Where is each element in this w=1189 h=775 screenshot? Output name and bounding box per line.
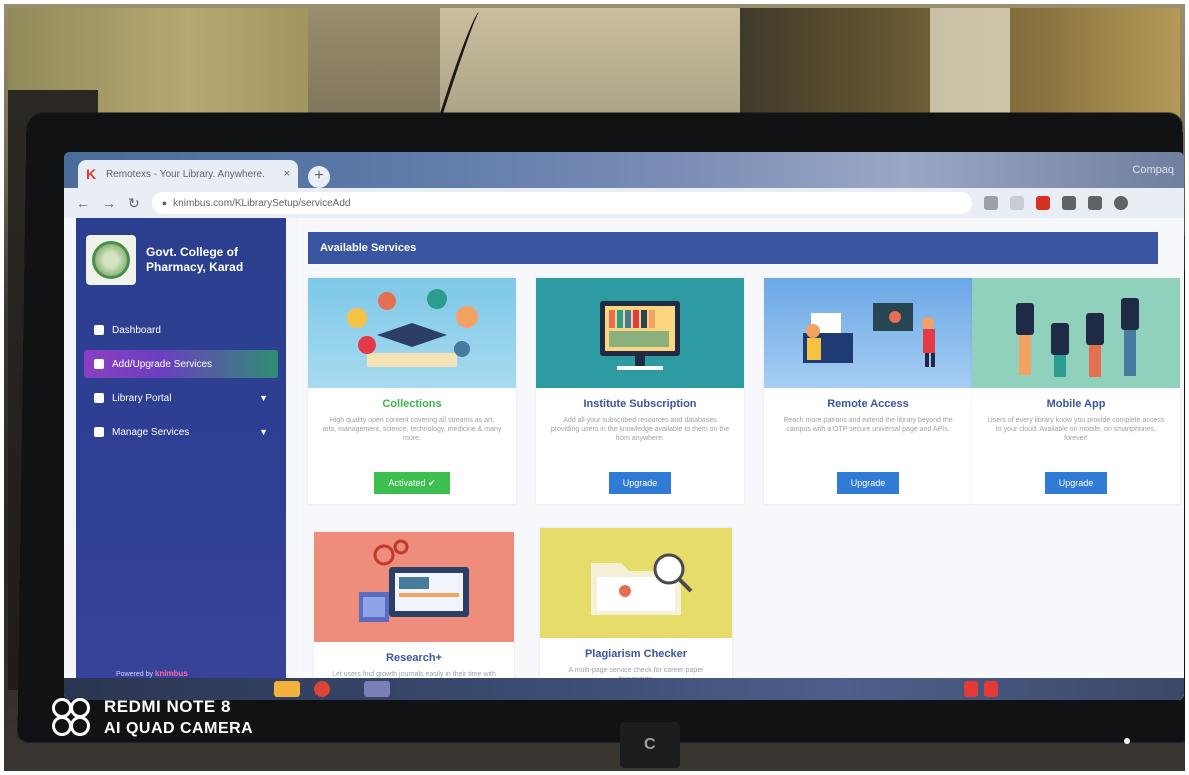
reload-icon[interactable]: ↻	[128, 195, 140, 212]
card-title: Research+	[386, 652, 442, 664]
service-card-research-plus: Research+ Let users find growth journals…	[314, 532, 514, 690]
service-card-institute-subscription: Institute Subscription Add all your subs…	[536, 278, 744, 504]
chrome-icon[interactable]	[314, 681, 330, 697]
college-logo	[86, 235, 136, 285]
back-arrow-icon[interactable]: ←	[76, 195, 90, 211]
chevron-down-icon: ▼	[259, 427, 268, 437]
collections-activated-button[interactable]: Activated ✔	[374, 472, 450, 494]
chevron-down-icon: ▼	[259, 393, 268, 403]
remote-access-illustration	[764, 278, 972, 388]
watermark-line2: AI QUAD CAMERA	[104, 720, 254, 737]
forward-arrow-icon[interactable]: →	[102, 195, 116, 211]
subscription-illustration	[536, 278, 744, 388]
hands-phones-icon	[1016, 298, 1139, 377]
folder-magnifier-icon	[591, 553, 693, 615]
remote-access-upgrade-button[interactable]: Upgrade	[836, 472, 900, 494]
sidebar-item-label: Add/Upgrade Services	[112, 358, 213, 370]
browser-tab[interactable]: K Remotexs - Your Library. Anywhere. ×	[78, 160, 298, 188]
card-description: Users of every library know you provide …	[987, 417, 1165, 442]
card-description: High quality open content covering all s…	[322, 417, 502, 442]
cart-icon	[94, 359, 104, 369]
lock-icon: ●	[161, 198, 168, 208]
sidebar-item-library-portal[interactable]: Library Portal ▼	[84, 384, 278, 412]
monitor-logo-icon: C	[644, 736, 656, 753]
college-brand: Govt. College of Pharmacy, Karad	[86, 230, 276, 290]
card-title: Mobile App	[1046, 398, 1106, 410]
system-tray-icon[interactable]	[964, 681, 978, 697]
monitor-screen: K Remotexs - Your Library. Anywhere. × +…	[64, 152, 1184, 700]
desktop-brand-label: Compaq	[1132, 164, 1174, 176]
address-bar[interactable]: ● knimbus.com/KLibrarySetup/serviceAdd	[151, 192, 972, 214]
monitor-icon	[94, 393, 104, 403]
new-tab-button[interactable]: +	[308, 166, 330, 188]
card-title: Remote Access	[827, 398, 909, 410]
card-title: Plagiarism Checker	[584, 648, 688, 660]
browser-toolbar: ← → ↻ ● knimbus.com/KLibrarySetup/servic…	[64, 188, 1184, 218]
mobile-app-illustration	[972, 278, 1180, 388]
card-title: Collections	[382, 398, 442, 410]
powered-by-label: Powered by	[116, 671, 153, 678]
service-card-collections: Collections High quality open content co…	[308, 278, 516, 504]
college-name: Govt. College of Pharmacy, Karad	[146, 245, 243, 275]
watermark-line1: REDMI NOTE 8	[104, 697, 231, 716]
tab-close-icon[interactable]: ×	[284, 168, 290, 180]
research-illustration	[314, 532, 514, 642]
college-name-line1: Govt. College of	[146, 245, 239, 259]
page-title: Available Services	[308, 232, 1158, 264]
plagiarism-illustration	[540, 528, 732, 638]
taskbar-app-icon[interactable]	[274, 681, 300, 697]
sidebar-item-label: Manage Services	[112, 426, 190, 438]
remote-worker-icon	[803, 303, 935, 367]
sidebar-item-label: Dashboard	[112, 324, 161, 336]
puzzle-icon[interactable]	[1087, 196, 1102, 210]
cart-icon	[94, 427, 104, 437]
book-graduation-icon	[347, 289, 478, 367]
dashboard-icon	[94, 325, 104, 335]
taskbar-app-icon[interactable]	[364, 681, 390, 697]
mobile-app-upgrade-button[interactable]: Upgrade	[1044, 472, 1108, 494]
main-content: Available Services Collections High qual…	[298, 218, 1184, 700]
college-emblem-icon	[92, 241, 130, 279]
institute-subscription-upgrade-button[interactable]: Upgrade	[608, 472, 672, 494]
power-led	[1124, 738, 1130, 744]
monitor-bookshelf-icon	[600, 301, 680, 370]
sidebar-item-manage-services[interactable]: Manage Services ▼	[84, 418, 278, 446]
sidebar-item-label: Library Portal	[112, 392, 172, 404]
service-card-mobile-app: Mobile App Users of every library know y…	[972, 278, 1180, 504]
card-title: Institute Subscription	[583, 398, 697, 410]
card-description: Add all your subscribed resources and da…	[550, 417, 730, 442]
address-text: knimbus.com/KLibrarySetup/serviceAdd	[173, 197, 351, 209]
star-icon[interactable]	[1009, 196, 1024, 210]
profile-icon[interactable]	[1113, 196, 1128, 210]
photo-background: C K Remotexs - Your Library. Anywhere. ×…	[0, 0, 1189, 775]
tab-title: Remotexs - Your Library. Anywhere.	[106, 168, 265, 180]
browser-tab-bar: K Remotexs - Your Library. Anywhere. × +…	[64, 152, 1184, 188]
powered-by: Powered by knimbus	[116, 669, 188, 678]
watermark-text: REDMI NOTE 8 AI QUAD CAMERA	[104, 696, 253, 740]
collections-illustration	[308, 278, 516, 388]
key-icon[interactable]	[983, 196, 998, 210]
system-tray-icon[interactable]	[984, 681, 998, 697]
college-name-line2: Pharmacy, Karad	[146, 260, 244, 274]
wall-light	[440, 8, 740, 128]
extension-icon[interactable]	[1061, 196, 1076, 210]
service-card-plagiarism-checker: Plagiarism Checker A multi-page service …	[540, 528, 732, 686]
knimbus-favicon-icon: K	[86, 166, 97, 182]
sidebar-item-add-upgrade-services[interactable]: Add/Upgrade Services	[84, 350, 278, 378]
powered-brand: knimbus	[154, 669, 188, 678]
sidebar-item-dashboard[interactable]: Dashboard	[84, 316, 278, 344]
extension-red-icon[interactable]	[1035, 196, 1050, 210]
sidebar-menu: Dashboard Add/Upgrade Services Library P…	[76, 310, 286, 452]
research-monitor-icon	[359, 539, 469, 622]
card-description: Reach more patrons and extend the librar…	[783, 417, 953, 433]
sidebar: Govt. College of Pharmacy, Karad Dashboa…	[76, 218, 286, 688]
quad-camera-icon	[50, 698, 96, 738]
service-card-remote-access: Remote Access Reach more patrons and ext…	[764, 278, 972, 504]
camera-watermark: REDMI NOTE 8 AI QUAD CAMERA	[50, 696, 253, 740]
